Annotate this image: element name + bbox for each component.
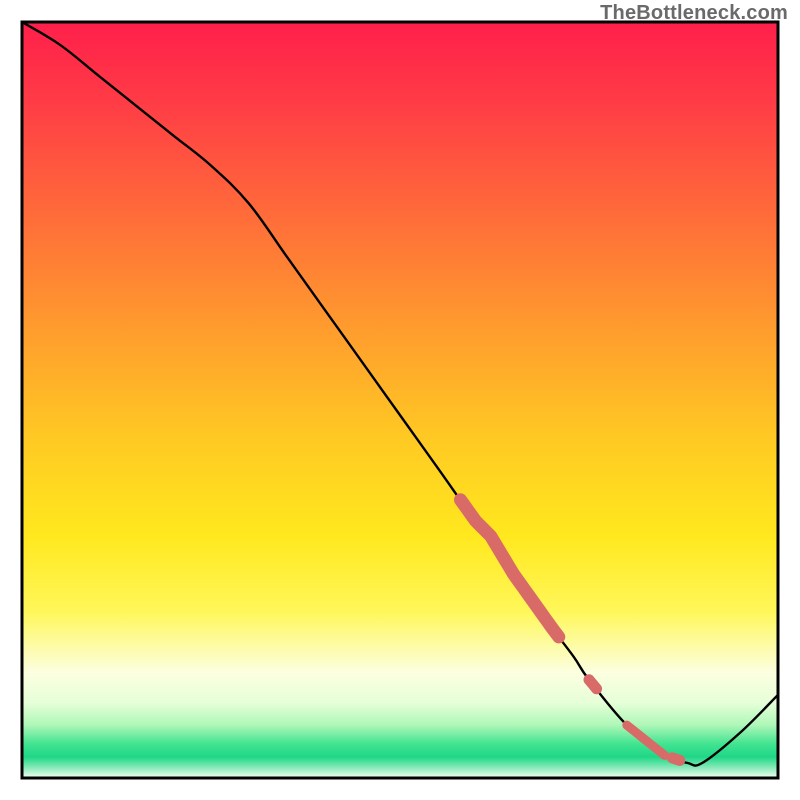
- plot-background: [22, 22, 778, 778]
- attribution-text: TheBottleneck.com: [600, 2, 788, 25]
- highlight-segment: [672, 758, 680, 761]
- chart-container: TheBottleneck.com: [0, 0, 800, 800]
- bottleneck-chart: [0, 0, 800, 800]
- highlight-segment: [589, 680, 597, 689]
